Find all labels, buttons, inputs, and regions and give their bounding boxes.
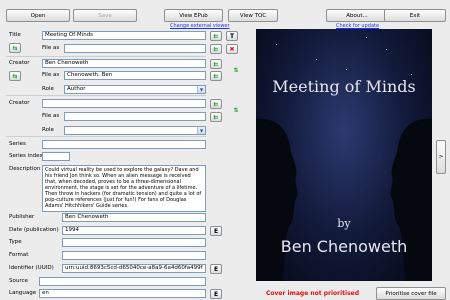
open-button[interactable]: Open [6, 9, 70, 22]
identifier-input[interactable]: urn:uuid:8693c5cd-d65040ce-a8a9-6a4d60fa… [62, 264, 206, 273]
copy-to-file-as-icon: ⇇ [213, 100, 219, 108]
reorder-icon: ⇅ [233, 66, 239, 74]
copy-to-file-as-icon: ⇇ [213, 45, 219, 53]
creator-file-as-label: File as [42, 72, 60, 78]
chevron-down-icon: ▼ [197, 86, 205, 93]
role-select[interactable]: Author ▼ [64, 85, 206, 94]
type-input[interactable] [62, 238, 206, 247]
copy-to-file-as-icon: ⇇ [213, 32, 219, 40]
creator-input[interactable]: Ben Chenoweth [42, 59, 206, 68]
title-t-button[interactable]: T [226, 31, 238, 41]
about-button[interactable]: About... [326, 9, 388, 22]
format-label: Format [9, 252, 29, 258]
source-input[interactable] [39, 277, 206, 286]
copy-to-file-as-icon: ⇇ [213, 60, 219, 68]
creator2-input[interactable] [42, 99, 206, 108]
e-icon: E [213, 265, 219, 273]
description-label: Description [9, 166, 41, 172]
title-file-as-input[interactable] [64, 44, 206, 53]
copy-creator-file-as-button-2[interactable]: ⇇ [210, 71, 222, 81]
copy-title-file-as-button-2[interactable]: ⇇ [210, 44, 222, 54]
cover-status-text: Cover image not prioritised [266, 290, 360, 297]
view-toc-button[interactable]: View TOC [228, 9, 278, 22]
title-label: Title [9, 32, 21, 38]
reorder-creator2-button[interactable]: ⇅ [230, 105, 242, 115]
cover-by: by [337, 217, 351, 230]
date-input[interactable]: 1994 [62, 226, 206, 235]
save-button[interactable]: Save [73, 9, 137, 22]
type-label: Type [9, 239, 22, 245]
publisher-input[interactable]: Ben Chenoweth [62, 213, 206, 222]
swap-icon: ⇆ [12, 72, 18, 80]
creator2-file-as-label: File as [42, 113, 60, 119]
separator [6, 95, 206, 96]
copy-creator-file-as-button[interactable]: ⇇ [210, 59, 222, 69]
delete-icon: ✖ [229, 45, 235, 53]
date-e-button[interactable]: E [210, 226, 222, 236]
series-input[interactable] [42, 140, 206, 149]
swap-title-button[interactable]: ⇆ [9, 43, 21, 53]
role2-select[interactable]: ▼ [64, 126, 206, 135]
copy-title-file-as-button[interactable]: ⇇ [210, 31, 222, 41]
copy-creator2-file-as-button-2[interactable]: ⇇ [210, 112, 222, 122]
e-icon: E [213, 290, 219, 298]
prioritise-cover-button[interactable]: Prioritise cover file [376, 287, 446, 300]
description-textarea[interactable]: Could virtual reality be used to explore… [42, 165, 206, 212]
date-label: Date (publication) [9, 227, 59, 233]
chevron-down-icon: ▼ [197, 127, 205, 134]
swap-icon: ⇆ [12, 44, 18, 52]
exit-button[interactable]: Exit [384, 9, 446, 22]
publisher-label: Publisher [9, 214, 35, 220]
role-label: Role [42, 86, 54, 92]
creator2-file-as-input[interactable] [64, 112, 206, 121]
role-value: Author [67, 86, 86, 92]
copy-creator2-file-as-button[interactable]: ⇇ [210, 99, 222, 109]
next-cover-button[interactable]: > [436, 140, 446, 174]
cover-title: Meeting of Minds [272, 77, 416, 96]
separator [6, 56, 206, 57]
identifier-label: Identifier (UUID) [9, 265, 54, 271]
delete-title-button[interactable]: ✖ [226, 44, 238, 54]
t-icon: T [229, 32, 235, 40]
e-icon: E [213, 227, 219, 235]
cover-image: Meeting of Minds by Ben Chenoweth [256, 29, 432, 281]
description-text: Could virtual reality be used to explore… [45, 167, 202, 209]
change-external-viewer-link[interactable]: Change external viewer [170, 23, 230, 29]
creator-file-as-input[interactable]: Chenoweth, Ben [64, 71, 206, 80]
title-input[interactable]: Meeting Of Minds [42, 31, 206, 40]
identifier-e-button[interactable]: E [210, 264, 222, 274]
creator-label: Creator [9, 60, 30, 66]
copy-to-file-as-icon: ⇇ [213, 113, 219, 121]
reorder-icon: ⇅ [233, 106, 239, 114]
source-label: Source [9, 278, 28, 284]
separator [6, 136, 206, 137]
swap-creator-button[interactable]: ⇆ [9, 71, 21, 81]
language-label: Language [9, 290, 37, 296]
copy-to-file-as-icon: ⇇ [213, 72, 219, 80]
series-index-label: Series index [9, 153, 43, 159]
cover-author: Ben Chenoweth [280, 237, 408, 256]
reorder-creator-button[interactable]: ⇅ [230, 65, 242, 75]
role2-label: Role [42, 127, 54, 133]
creator2-label: Creator [9, 100, 30, 106]
format-input[interactable] [62, 251, 206, 260]
series-label: Series [9, 141, 26, 147]
series-index-input[interactable] [42, 152, 70, 161]
title-file-as-label: File as [42, 45, 60, 51]
language-e-button[interactable]: E [210, 289, 222, 299]
view-epub-button[interactable]: View EPub [164, 9, 223, 22]
language-input[interactable]: en [39, 289, 206, 298]
